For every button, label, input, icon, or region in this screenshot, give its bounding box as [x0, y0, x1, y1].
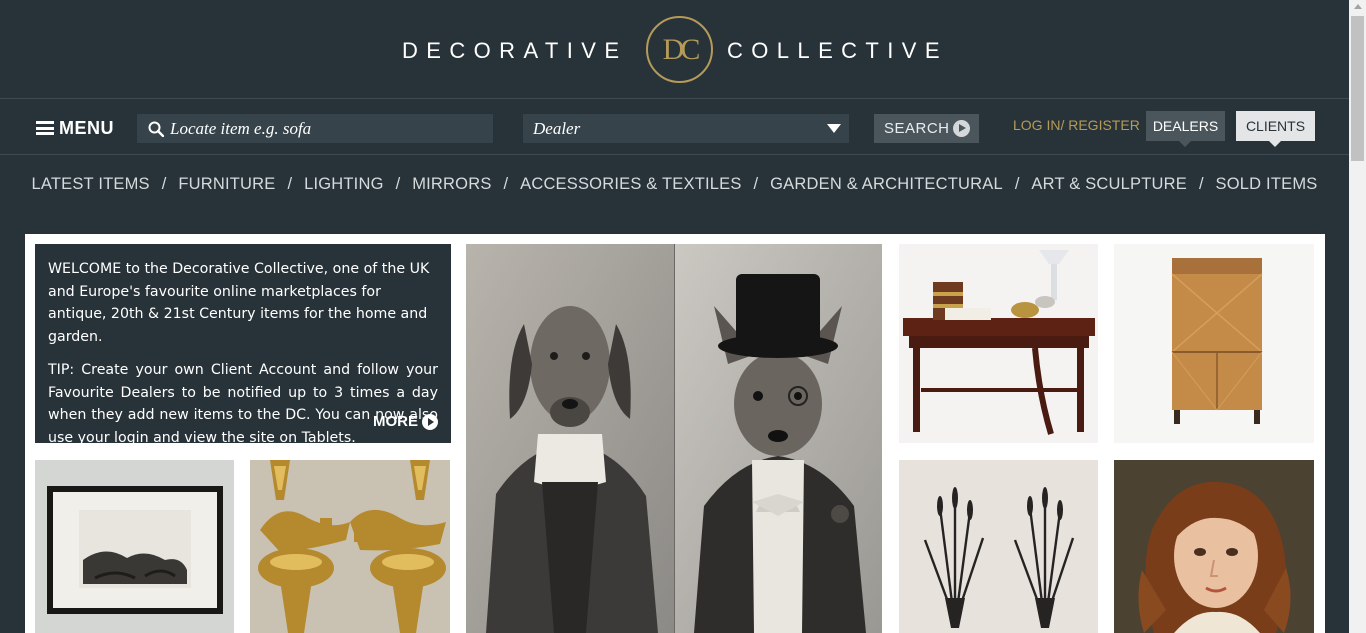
product-image	[1114, 460, 1314, 633]
dealers-button[interactable]: DEALERS	[1146, 111, 1225, 147]
product-image	[899, 460, 1098, 633]
welcome-box: WELCOME to the Decorative Collective, on…	[35, 244, 451, 446]
nav-lighting[interactable]: LIGHTING	[304, 175, 384, 194]
nav-separator: /	[161, 175, 167, 193]
menu-button[interactable]: MENU	[36, 118, 114, 138]
nav-separator: /	[503, 175, 509, 193]
product-image	[35, 460, 234, 633]
arrow-right-circle-icon	[953, 120, 970, 137]
nav-separator: /	[287, 175, 293, 193]
nav-separator: /	[1198, 175, 1204, 193]
more-link[interactable]: MORE	[373, 411, 438, 434]
menu-label: MENU	[59, 117, 114, 138]
product-image	[466, 244, 882, 633]
search-input[interactable]	[170, 118, 470, 139]
scrollbar[interactable]	[1349, 0, 1366, 633]
product-tile-framed-etching[interactable]	[35, 460, 234, 633]
nav-mirrors[interactable]: MIRRORS	[412, 175, 491, 194]
product-tile-dog-portraits[interactable]	[466, 244, 882, 633]
nav-accessories-textiles[interactable]: ACCESSORIES & TEXTILES	[520, 175, 741, 194]
clients-button[interactable]: CLIENTS	[1236, 111, 1315, 147]
product-image	[1114, 244, 1314, 443]
welcome-intro: WELCOME to the Decorative Collective, on…	[48, 261, 430, 345]
more-label: MORE	[373, 412, 418, 430]
nav-furniture[interactable]: FURNITURE	[178, 175, 275, 194]
product-tile-child-portrait[interactable]	[1114, 460, 1314, 633]
chevron-down-icon	[827, 124, 841, 133]
toolbar: MENU Dealer SEARCH LOG IN/ REGISTER DEAL…	[0, 98, 1349, 155]
nav-sold-items[interactable]: SOLD ITEMS	[1216, 175, 1318, 194]
nav-art-sculpture[interactable]: ART & SCULPTURE	[1031, 175, 1187, 194]
nav-latest-items[interactable]: LATEST ITEMS	[32, 175, 150, 194]
scroll-up-arrow-icon[interactable]	[1354, 4, 1362, 9]
product-tile-bulrush-lights[interactable]	[899, 460, 1098, 633]
brand-word-right[interactable]: COLLECTIVE	[727, 38, 948, 64]
brand-monogram: DC	[662, 33, 701, 66]
nav-garden-architectural[interactable]: GARDEN & ARCHITECTURAL	[770, 175, 1003, 194]
product-tile-writing-table[interactable]	[899, 244, 1098, 443]
nav-separator: /	[395, 175, 401, 193]
search-button[interactable]: SEARCH	[874, 114, 979, 143]
login-register-link[interactable]: LOG IN/ REGISTER	[1013, 117, 1140, 133]
search-box[interactable]	[137, 114, 493, 143]
welcome-tip: TIP: Create your own Client Account and …	[48, 362, 438, 446]
scrollbar-thumb[interactable]	[1351, 16, 1364, 161]
search-icon	[148, 121, 164, 137]
category-nav: LATEST ITEMS / FURNITURE / LIGHTING / MI…	[0, 155, 1349, 214]
product-image	[899, 244, 1098, 443]
product-tile-gilt-sconces[interactable]	[250, 460, 450, 633]
hamburger-icon	[36, 121, 54, 135]
brand-monogram-logo[interactable]: DC	[646, 16, 713, 83]
arrow-right-circle-icon	[422, 413, 438, 430]
nav-separator: /	[1014, 175, 1020, 193]
search-button-label: SEARCH	[884, 120, 950, 137]
product-image	[250, 460, 450, 633]
site-header: DECORATIVE DC COLLECTIVE	[0, 0, 1349, 98]
dealer-select[interactable]: Dealer	[523, 114, 849, 143]
dealer-select-value: Dealer	[533, 118, 581, 138]
product-tile-cabinet[interactable]	[1114, 244, 1314, 443]
brand-word-left[interactable]: DECORATIVE	[402, 38, 627, 64]
nav-separator: /	[753, 175, 759, 193]
